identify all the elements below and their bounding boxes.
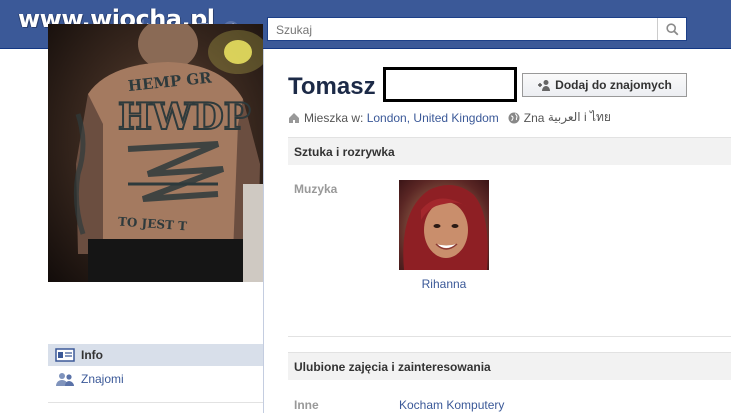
friends-icon [56, 373, 74, 386]
add-friend-icon [538, 80, 551, 91]
censor-box [383, 67, 517, 102]
languages-value: العربية i ไทย [547, 110, 611, 124]
knows-label: Zna [523, 110, 545, 125]
profile-name: Tomasz [288, 73, 376, 100]
music-item-link[interactable]: Rihanna [399, 277, 489, 291]
section-arts-header: Sztuka i rozrywka [288, 137, 731, 165]
search-box [267, 17, 687, 41]
search-icon [665, 22, 678, 35]
music-label: Muzyka [294, 182, 338, 196]
lives-in-label: Mieszka w: [304, 110, 364, 125]
info-card-icon [55, 348, 75, 362]
sidebar-item-info[interactable]: Info [48, 344, 263, 366]
sidebar-item-label: Info [81, 348, 103, 362]
location-link[interactable]: London, United Kingdom [367, 111, 499, 125]
other-value-link[interactable]: Kocham Komputery [399, 398, 504, 412]
section-spacer [288, 336, 731, 337]
add-friend-button[interactable]: Dodaj do znajomych [522, 73, 687, 97]
profile-photo-drawing: HEMP GR HWDP TO JEST T [73, 24, 263, 282]
other-label: Inne [294, 398, 319, 412]
add-friend-label: Dodaj do znajomych [555, 78, 672, 92]
sidebar-item-label: Znajomi [81, 372, 124, 386]
profile-meta: Mieszka w: London, United Kingdom Zna ال… [288, 108, 611, 127]
sidebar-item-friends[interactable]: Znajomi [48, 368, 263, 390]
sidebar-divider [48, 402, 263, 403]
rihanna-photo-drawing [403, 185, 488, 270]
house-icon [289, 112, 299, 123]
rihanna-photo[interactable] [399, 180, 489, 270]
tattoo-line-2: HWDP [118, 96, 251, 138]
search-button[interactable] [657, 18, 686, 40]
profile-photo[interactable]: HEMP GR HWDP TO JEST T [48, 24, 263, 282]
search-input[interactable] [274, 19, 658, 41]
column-divider [263, 49, 264, 413]
globe-small-icon [508, 112, 520, 123]
section-interests-header: Ulubione zajęcia i zainteresowania [288, 352, 731, 380]
